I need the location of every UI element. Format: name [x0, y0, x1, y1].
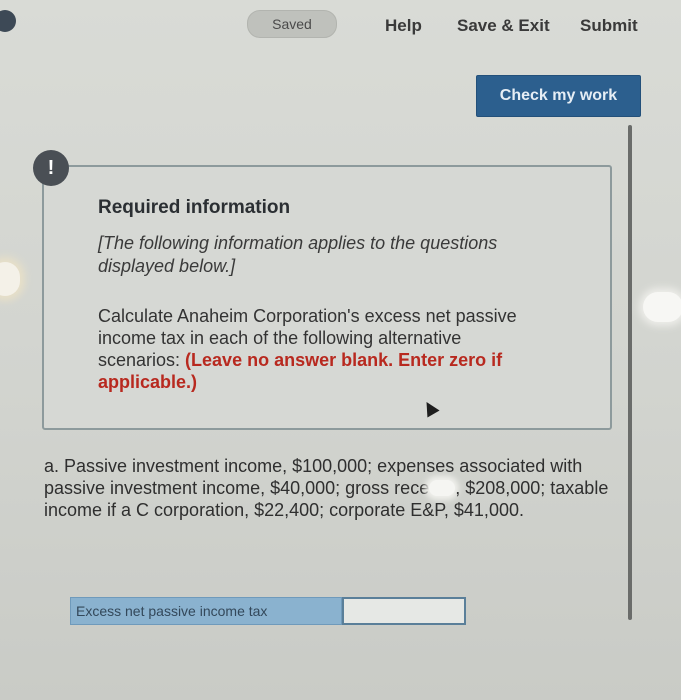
excess-net-passive-income-tax-input[interactable]	[342, 597, 466, 625]
question-part-a: a. Passive investment income, $100,000; …	[44, 455, 624, 521]
exclamation-icon: !	[33, 150, 69, 186]
assignment-page: Saved Help Save & Exit Submit Check my w…	[0, 0, 681, 700]
check-my-work-button[interactable]: Check my work	[476, 75, 641, 117]
info-note: [The following information applies to th…	[98, 233, 498, 276]
screen-glare	[429, 480, 456, 496]
screen-glare-right	[643, 292, 681, 322]
required-information-box: Required information [The following info…	[42, 165, 612, 430]
submit-link[interactable]: Submit	[580, 16, 638, 36]
scrollbar[interactable]	[628, 125, 632, 620]
save-exit-link[interactable]: Save & Exit	[457, 16, 550, 36]
screen-glare-left	[0, 262, 20, 296]
help-link[interactable]: Help	[385, 16, 422, 36]
menu-badge-icon[interactable]	[0, 10, 16, 32]
answer-row: Excess net passive income tax	[70, 597, 466, 625]
answer-label: Excess net passive income tax	[70, 597, 342, 625]
saved-status-pill: Saved	[247, 10, 337, 38]
info-instructions: Calculate Anaheim Corporation's excess n…	[98, 305, 538, 393]
required-information-title: Required information	[98, 197, 291, 218]
